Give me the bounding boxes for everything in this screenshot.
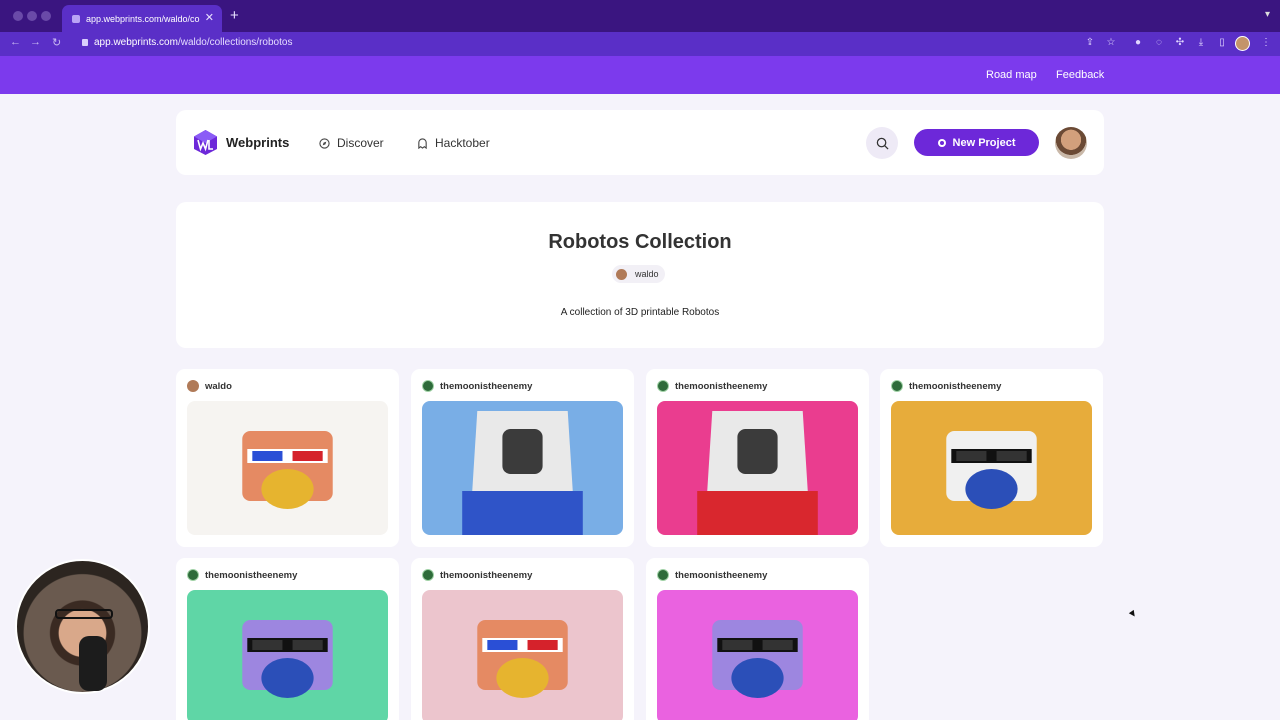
microphone-icon <box>79 636 107 691</box>
top-banner: Road map Feedback <box>0 56 1280 94</box>
project-card[interactable]: themoonistheenemy <box>646 369 869 547</box>
profile-avatar-icon[interactable] <box>1235 36 1250 51</box>
webprints-logo-icon[interactable] <box>192 129 219 156</box>
tab-title: app.webprints.com/waldo/co <box>86 13 200 24</box>
webcam-overlay <box>15 559 150 694</box>
collection-description: A collection of 3D printable Robotos <box>560 307 720 318</box>
project-thumbnail[interactable] <box>657 401 858 535</box>
collection-title: Robotos Collection <box>548 231 732 253</box>
project-thumbnail[interactable] <box>187 401 388 535</box>
project-card[interactable]: themoonistheenemy <box>880 369 1103 547</box>
card-author-name: waldo <box>205 380 232 392</box>
user-avatar[interactable] <box>1055 127 1087 159</box>
roboto-render-image <box>657 590 858 720</box>
puzzle-icon[interactable]: ✣ <box>1174 37 1186 49</box>
lock-icon <box>82 39 88 46</box>
project-card[interactable]: themoonistheenemy <box>411 558 634 720</box>
roboto-render-image <box>657 401 858 535</box>
nav-discover-label: Discover <box>337 136 384 150</box>
card-author-name: themoonistheenemy <box>675 569 768 581</box>
new-tab-icon[interactable]: + <box>230 7 239 24</box>
collection-author[interactable]: waldo <box>612 265 665 283</box>
card-author[interactable]: themoonistheenemy <box>422 569 532 581</box>
roboto-render-image <box>187 590 388 720</box>
card-author-avatar <box>657 380 669 392</box>
share-icon[interactable]: ⇪ <box>1084 37 1096 49</box>
close-window-icon[interactable] <box>13 11 23 21</box>
close-tab-icon[interactable]: ✕ <box>205 11 214 24</box>
nav-hacktober[interactable]: Hacktober <box>417 136 490 150</box>
favicon-icon <box>72 14 80 23</box>
project-thumbnail[interactable] <box>657 590 858 720</box>
card-author-name: themoonistheenemy <box>440 569 533 581</box>
brand-name[interactable]: Webprints <box>226 135 289 150</box>
address-bar: ← → ↻ app.webprints.com/waldo/collection… <box>0 32 1280 56</box>
plus-circle-icon <box>937 138 946 147</box>
roboto-render-image <box>187 401 388 535</box>
card-author-avatar <box>187 569 199 581</box>
project-thumbnail[interactable] <box>891 401 1092 535</box>
back-icon[interactable]: ← <box>10 36 21 48</box>
card-author-name: themoonistheenemy <box>205 569 298 581</box>
card-author-name: themoonistheenemy <box>909 380 1002 392</box>
new-project-button[interactable]: New Project <box>914 129 1039 156</box>
compass-icon <box>319 137 330 149</box>
bookmark-star-icon[interactable]: ☆ <box>1105 37 1117 49</box>
roboto-render-image <box>891 401 1092 535</box>
roadmap-link[interactable]: Road map <box>986 69 1037 81</box>
ghost-icon <box>418 137 427 149</box>
roboto-render-image <box>422 401 623 535</box>
card-author[interactable]: themoonistheenemy <box>657 569 767 581</box>
author-avatar <box>616 268 627 280</box>
card-author[interactable]: themoonistheenemy <box>891 380 1001 392</box>
card-author[interactable]: themoonistheenemy <box>657 380 767 392</box>
project-card[interactable]: themoonistheenemy <box>411 369 634 547</box>
url-field[interactable]: app.webprints.com/waldo/collections/robo… <box>82 37 292 48</box>
card-author-name: themoonistheenemy <box>440 380 533 392</box>
url-host: app.webprints.com <box>94 37 178 48</box>
reload-icon[interactable]: ↻ <box>52 36 61 49</box>
project-card[interactable]: themoonistheenemy <box>646 558 869 720</box>
webcam-glasses <box>55 609 113 619</box>
feedback-link[interactable]: Feedback <box>1056 69 1104 81</box>
card-author-name: themoonistheenemy <box>675 380 768 392</box>
new-project-label: New Project <box>952 136 1016 149</box>
download-icon[interactable]: ⤓ <box>1195 37 1207 49</box>
project-card[interactable]: themoonistheenemy <box>176 558 399 720</box>
project-thumbnail[interactable] <box>422 590 623 720</box>
sidebar-icon[interactable]: ▯ <box>1216 37 1228 49</box>
card-author-avatar <box>422 380 434 392</box>
author-name: waldo <box>635 269 659 279</box>
site-header: Webprints Discover Hacktober New Project <box>176 110 1104 175</box>
forward-icon[interactable]: → <box>30 36 41 48</box>
card-author[interactable]: themoonistheenemy <box>187 569 297 581</box>
project-card[interactable]: waldo <box>176 369 399 547</box>
project-thumbnail[interactable] <box>187 590 388 720</box>
extension-icon[interactable]: ◌ <box>1153 37 1165 49</box>
browser-titlebar: app.webprints.com/waldo/co ✕ + ▾ <box>0 0 1280 32</box>
maximize-window-icon[interactable] <box>41 11 51 21</box>
search-button[interactable] <box>866 127 898 159</box>
url-path: /waldo/collections/robotos <box>177 37 293 48</box>
roboto-render-image <box>422 590 623 720</box>
card-author-avatar <box>657 569 669 581</box>
search-icon <box>876 137 889 150</box>
card-author-avatar <box>187 380 199 392</box>
card-author[interactable]: waldo <box>187 380 232 392</box>
menu-kebab-icon[interactable]: ⋮ <box>1260 37 1272 49</box>
mouse-cursor-icon <box>1128 609 1138 619</box>
tab-list-chevron-icon[interactable]: ▾ <box>1265 9 1270 20</box>
browser-tab[interactable]: app.webprints.com/waldo/co ✕ <box>62 5 222 32</box>
card-author[interactable]: themoonistheenemy <box>422 380 532 392</box>
card-author-avatar <box>422 569 434 581</box>
collection-header: Robotos Collection waldo A collection of… <box>176 202 1104 348</box>
project-thumbnail[interactable] <box>422 401 623 535</box>
password-manager-icon[interactable]: ● <box>1132 37 1144 49</box>
nav-hacktober-label: Hacktober <box>435 136 490 150</box>
minimize-window-icon[interactable] <box>27 11 37 21</box>
card-author-avatar <box>891 380 903 392</box>
nav-discover[interactable]: Discover <box>319 136 384 150</box>
